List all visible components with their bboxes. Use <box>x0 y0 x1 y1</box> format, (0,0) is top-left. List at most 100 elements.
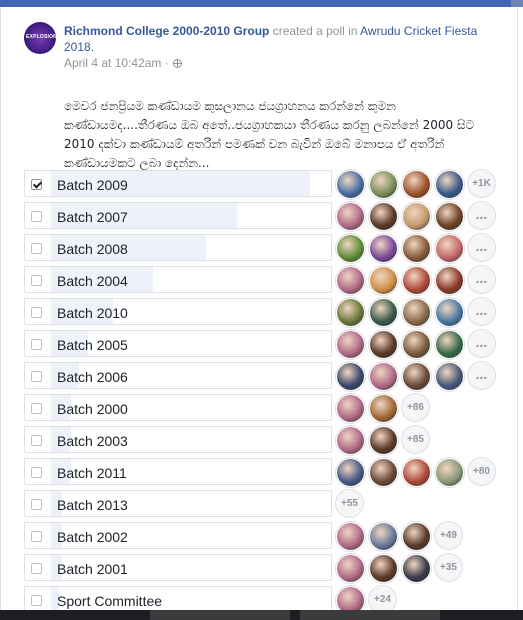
poll-option-checkbox[interactable] <box>31 211 42 222</box>
voter-avatar[interactable] <box>402 298 431 327</box>
group-avatar[interactable]: EXPLOSION <box>24 22 56 54</box>
poll-option[interactable]: Sport Committee <box>24 586 332 613</box>
group-name-link[interactable]: Richmond College 2000-2010 Group <box>64 24 269 38</box>
voter-avatar[interactable] <box>435 266 464 295</box>
voter-avatar[interactable] <box>369 522 398 551</box>
more-voters-button[interactable]: +86 <box>402 394 429 421</box>
poll-option-label: Batch 2002 <box>57 529 128 545</box>
poll-option[interactable]: Batch 2005 <box>24 330 332 357</box>
poll-option-checkbox[interactable] <box>31 499 42 510</box>
more-voters-button[interactable]: +80 <box>468 458 495 485</box>
voter-avatar[interactable] <box>369 234 398 263</box>
poll-option-checkbox[interactable] <box>31 371 42 382</box>
poll-option-checkbox[interactable] <box>31 595 42 606</box>
more-voters-button[interactable]: +35 <box>435 554 462 581</box>
more-voters-button[interactable]: ... <box>468 330 495 357</box>
poll-option[interactable]: Batch 2000 <box>24 394 332 421</box>
top-nav-bar <box>0 0 523 7</box>
bottom-chat-bar <box>0 610 523 620</box>
more-voters-button[interactable]: +24 <box>369 586 396 613</box>
poll-option[interactable]: Batch 2003 <box>24 426 332 453</box>
voter-avatar[interactable] <box>336 522 365 551</box>
voter-avatar[interactable] <box>369 394 398 423</box>
poll-option-checkbox[interactable] <box>31 179 42 190</box>
voter-avatar[interactable] <box>402 234 431 263</box>
poll-option[interactable]: Batch 2008 <box>24 234 332 261</box>
voter-avatar[interactable] <box>435 170 464 199</box>
voter-avatar[interactable] <box>336 426 365 455</box>
more-voters-button[interactable]: +85 <box>402 426 429 453</box>
voter-avatar[interactable] <box>336 234 365 263</box>
poll-option[interactable]: Batch 2010 <box>24 298 332 325</box>
chat-tab[interactable] <box>150 610 290 620</box>
more-voters-button[interactable]: +49 <box>435 522 462 549</box>
poll-option[interactable]: Batch 2001 <box>24 554 332 581</box>
voter-avatar[interactable] <box>435 330 464 359</box>
voter-avatar[interactable] <box>402 362 431 391</box>
more-voters-button[interactable]: ... <box>468 202 495 229</box>
poll-option-voters: +80 <box>336 458 495 487</box>
voter-avatar[interactable] <box>336 202 365 231</box>
poll-option[interactable]: Batch 2002 <box>24 522 332 549</box>
more-voters-button[interactable]: ... <box>468 298 495 325</box>
voter-avatar[interactable] <box>402 458 431 487</box>
poll-option-checkbox[interactable] <box>31 339 42 350</box>
voter-avatar[interactable] <box>369 426 398 455</box>
poll-option-voters: ... <box>336 362 495 391</box>
voter-avatar[interactable] <box>336 362 365 391</box>
poll-option[interactable]: Batch 2006 <box>24 362 332 389</box>
voter-avatar[interactable] <box>435 362 464 391</box>
voter-avatar[interactable] <box>369 362 398 391</box>
poll-option-checkbox[interactable] <box>31 467 42 478</box>
poll-option[interactable]: Batch 2009 <box>24 170 332 197</box>
poll-option[interactable]: Batch 2007 <box>24 202 332 229</box>
poll-option-voters: +1K <box>336 170 495 199</box>
voter-avatar[interactable] <box>336 170 365 199</box>
profile-avatar[interactable] <box>511 0 523 7</box>
voter-avatar[interactable] <box>435 202 464 231</box>
poll-option[interactable]: Batch 2011 <box>24 458 332 485</box>
voter-avatar[interactable] <box>402 522 431 551</box>
post-timestamp[interactable]: April 4 at 10:42am · <box>64 56 182 70</box>
voter-avatar[interactable] <box>336 394 365 423</box>
voter-avatar[interactable] <box>369 170 398 199</box>
voter-avatar[interactable] <box>369 554 398 583</box>
more-voters-button[interactable]: ... <box>468 266 495 293</box>
voter-avatar[interactable] <box>336 458 365 487</box>
voter-avatar[interactable] <box>336 266 365 295</box>
timestamp-text[interactable]: April 4 at 10:42am · <box>64 56 169 70</box>
poll-option-checkbox[interactable] <box>31 435 42 446</box>
more-voters-button[interactable]: +1K <box>468 170 495 197</box>
chat-tab[interactable] <box>300 610 440 620</box>
poll-option[interactable]: Batch 2004 <box>24 266 332 293</box>
voter-avatar[interactable] <box>336 298 365 327</box>
voter-avatar[interactable] <box>435 458 464 487</box>
voter-avatar[interactable] <box>435 234 464 263</box>
voter-avatar[interactable] <box>369 202 398 231</box>
voter-avatar[interactable] <box>336 330 365 359</box>
voter-avatar[interactable] <box>402 330 431 359</box>
voter-avatar[interactable] <box>402 170 431 199</box>
more-voters-button[interactable]: ... <box>468 362 495 389</box>
voter-avatar[interactable] <box>369 266 398 295</box>
more-voters-button[interactable]: ... <box>468 234 495 261</box>
poll-option-checkbox[interactable] <box>31 307 42 318</box>
voter-avatar[interactable] <box>402 202 431 231</box>
poll-option-checkbox[interactable] <box>31 275 42 286</box>
voter-avatar[interactable] <box>402 266 431 295</box>
poll-option-checkbox[interactable] <box>31 243 42 254</box>
poll-option-label: Batch 2010 <box>57 305 128 321</box>
poll-option-checkbox[interactable] <box>31 403 42 414</box>
card-right-border <box>517 7 518 620</box>
voter-avatar[interactable] <box>435 298 464 327</box>
poll-option-checkbox[interactable] <box>31 531 42 542</box>
poll-option[interactable]: Batch 2013 <box>24 490 332 517</box>
group-logo-text: EXPLOSION <box>26 34 56 40</box>
voter-avatar[interactable] <box>336 554 365 583</box>
voter-avatar[interactable] <box>369 330 398 359</box>
voter-avatar[interactable] <box>402 554 431 583</box>
more-voters-button[interactable]: +55 <box>336 490 363 517</box>
poll-option-checkbox[interactable] <box>31 563 42 574</box>
voter-avatar[interactable] <box>369 298 398 327</box>
voter-avatar[interactable] <box>369 458 398 487</box>
